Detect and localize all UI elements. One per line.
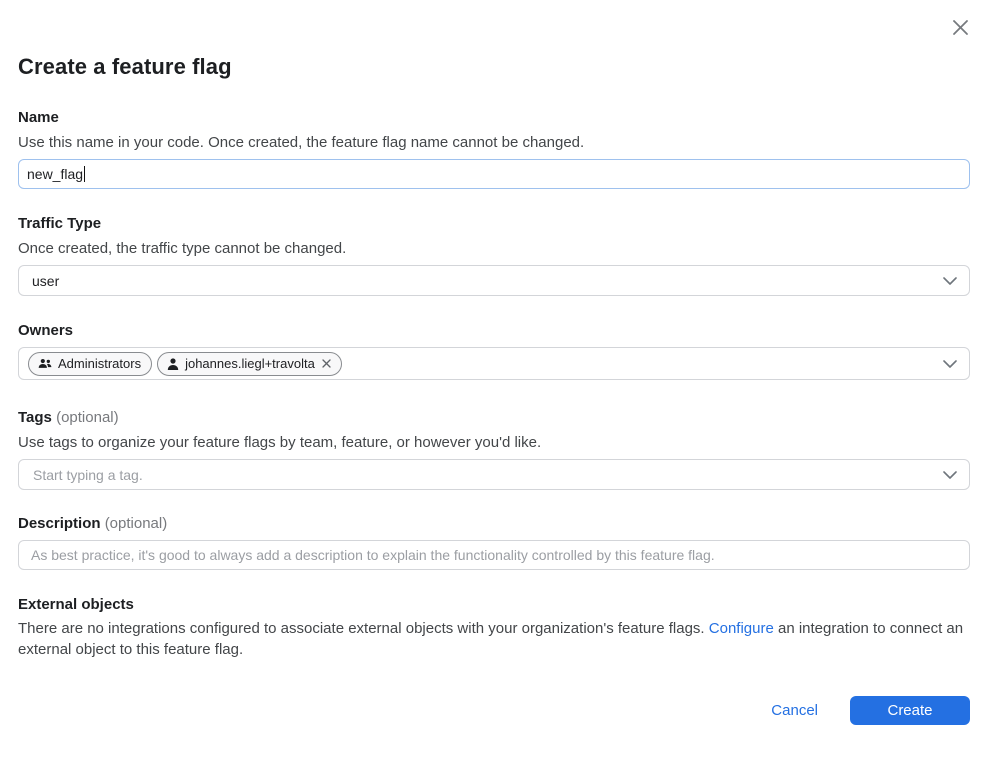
name-help-text: Use this name in your code. Once created…: [18, 133, 970, 152]
traffic-type-label: Traffic Type: [18, 214, 970, 233]
owners-select[interactable]: Administrators johannes.liegl+travolta: [18, 347, 970, 380]
description-input[interactable]: [19, 541, 969, 569]
owner-chip-user[interactable]: johannes.liegl+travolta: [157, 352, 342, 376]
tags-help-text: Use tags to organize your feature flags …: [18, 433, 970, 452]
traffic-type-help-text: Once created, the traffic type cannot be…: [18, 239, 970, 258]
page-title: Create a feature flag: [18, 0, 970, 80]
tags-field-group: Tags (optional) Use tags to organize you…: [18, 408, 970, 490]
description-input-wrap: [18, 540, 970, 570]
traffic-type-field-group: Traffic Type Once created, the traffic t…: [18, 214, 970, 296]
tags-optional-hint: (optional): [56, 409, 119, 426]
close-button[interactable]: [948, 17, 972, 41]
external-objects-text: There are no integrations configured to …: [18, 619, 970, 660]
close-icon: [951, 18, 970, 40]
remove-owner-button[interactable]: [322, 359, 331, 368]
traffic-type-selected-value: user: [32, 273, 943, 289]
external-objects-section: External objects There are no integratio…: [18, 595, 970, 660]
configure-link[interactable]: Configure: [709, 620, 774, 637]
chevron-down-icon: [943, 277, 957, 285]
owner-chip-label: johannes.liegl+travolta: [185, 356, 315, 371]
owners-label: Owners: [18, 321, 970, 340]
name-input-value: new_flag: [27, 166, 83, 182]
owners-field-group: Owners Administrators: [18, 321, 970, 380]
cancel-button[interactable]: Cancel: [761, 698, 828, 723]
external-objects-label: External objects: [18, 595, 970, 614]
group-icon: [38, 358, 52, 369]
name-input[interactable]: new_flag: [18, 159, 970, 189]
chevron-down-icon: [943, 471, 957, 479]
remove-x-icon: [322, 359, 331, 368]
name-label: Name: [18, 108, 970, 127]
person-icon: [167, 358, 179, 370]
description-field-group: Description (optional): [18, 514, 970, 570]
owner-chip-label: Administrators: [58, 356, 141, 371]
modal-footer: Cancel Create: [18, 696, 970, 725]
tags-input[interactable]: [19, 460, 943, 489]
tags-select: [18, 459, 970, 490]
owner-chip-administrators[interactable]: Administrators: [28, 352, 152, 376]
create-feature-flag-modal: Create a feature flag Name Use this name…: [0, 0, 988, 763]
text-caret: [84, 166, 85, 182]
create-button[interactable]: Create: [850, 696, 970, 725]
chevron-down-icon: [943, 360, 957, 368]
description-optional-hint: (optional): [105, 515, 168, 532]
description-label: Description (optional): [18, 514, 970, 533]
tags-label: Tags (optional): [18, 408, 970, 427]
name-field-group: Name Use this name in your code. Once cr…: [18, 108, 970, 189]
traffic-type-select[interactable]: user: [18, 265, 970, 296]
